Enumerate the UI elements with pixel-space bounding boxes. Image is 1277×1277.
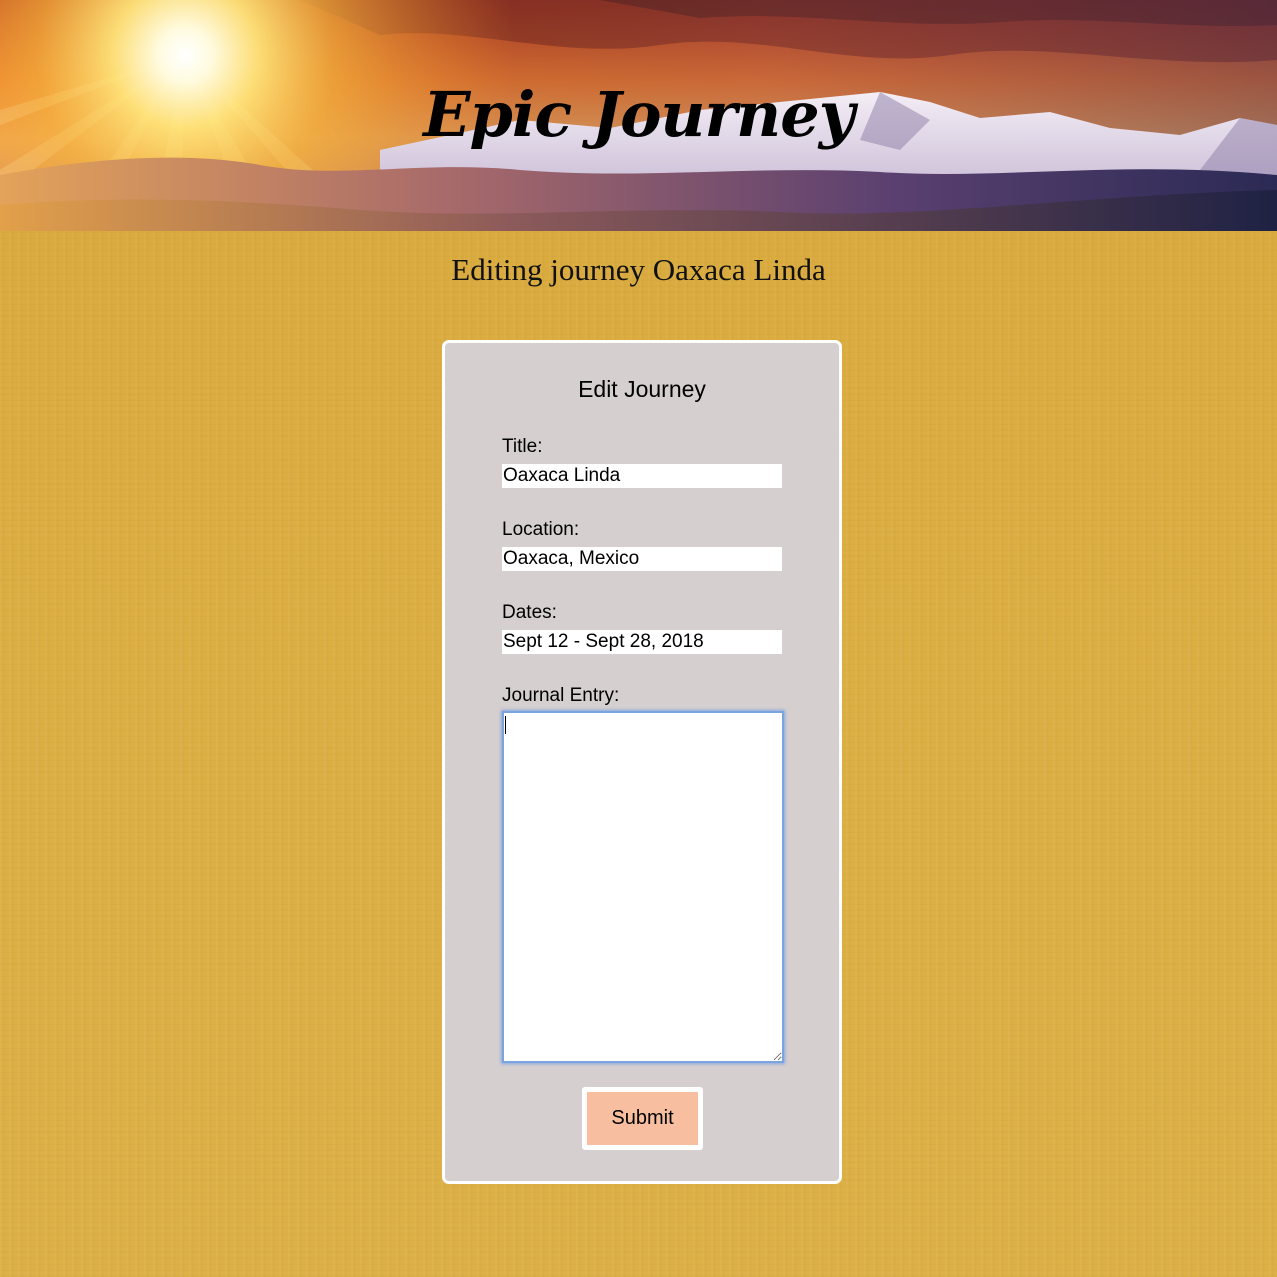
submit-button[interactable]: Submit	[582, 1087, 703, 1150]
form-title: Edit Journey	[578, 376, 706, 402]
title-label: Title:	[502, 436, 543, 457]
edit-journey-form: Edit Journey Title: Location: Dates: Jou…	[442, 340, 842, 1184]
text-cursor	[505, 716, 506, 734]
location-input[interactable]	[502, 547, 782, 571]
site-title: Epic Journey	[423, 78, 854, 151]
dates-label: Dates:	[502, 602, 557, 623]
page-title: Editing journey Oaxaca Linda	[451, 252, 826, 287]
journal-entry-textarea[interactable]	[502, 711, 784, 1063]
location-label: Location:	[502, 519, 580, 540]
title-input[interactable]	[502, 464, 782, 488]
dates-input[interactable]	[502, 630, 782, 654]
header-banner: Epic Journey	[0, 0, 1277, 231]
journal-entry-label: Journal Entry:	[502, 685, 620, 706]
